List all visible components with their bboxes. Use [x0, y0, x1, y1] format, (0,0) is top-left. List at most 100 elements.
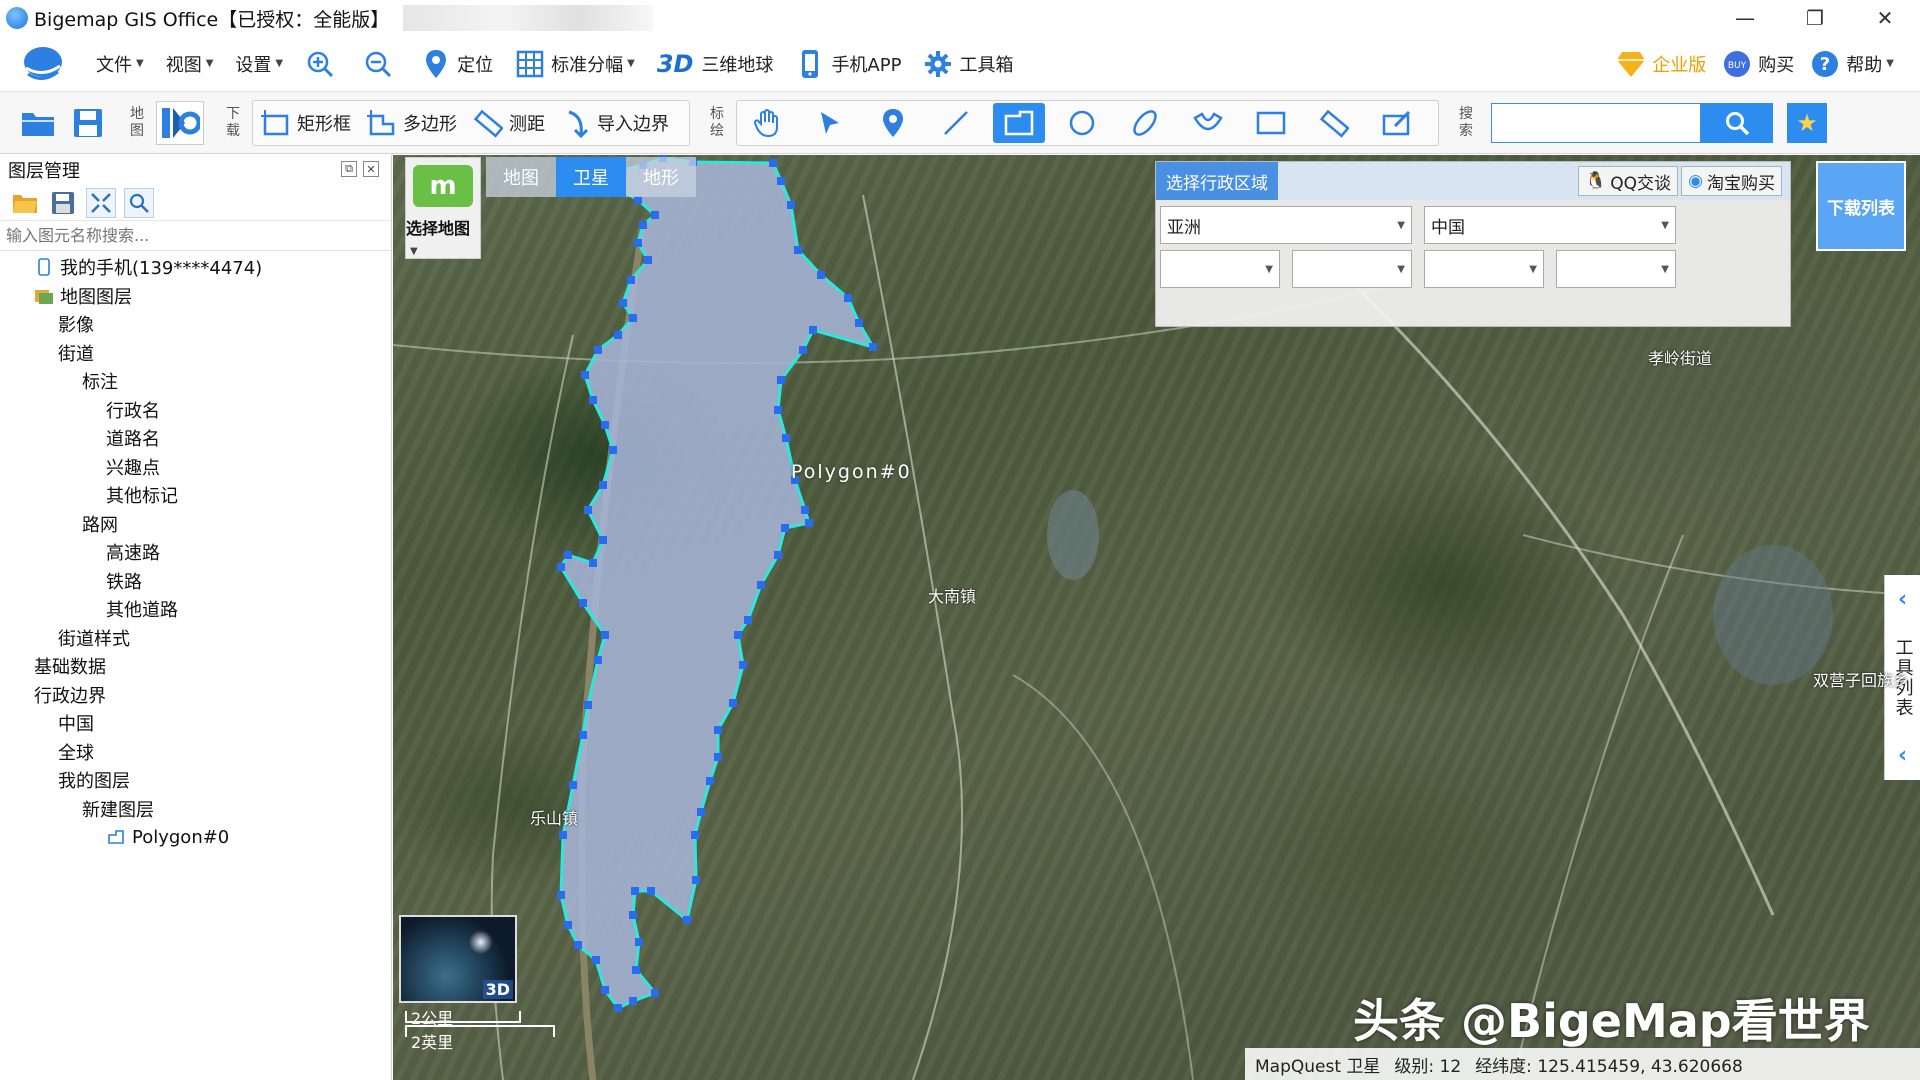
- polygon-vertex-handle[interactable]: [564, 921, 572, 929]
- save-layer-button[interactable]: [48, 188, 78, 218]
- open-layer-button[interactable]: [10, 188, 40, 218]
- minimize-button[interactable]: —: [1710, 0, 1780, 36]
- layer-tree-item[interactable]: 基础数据: [0, 652, 391, 681]
- layer-tree-item[interactable]: 其他标记: [0, 481, 391, 510]
- polygon-vertex-handle[interactable]: [579, 731, 587, 739]
- polygon-vertex-handle[interactable]: [729, 699, 737, 707]
- layer-tree-item[interactable]: 街道样式: [0, 624, 391, 653]
- polygon-vertex-handle[interactable]: [631, 887, 639, 895]
- polygon-vertex-handle[interactable]: [574, 941, 582, 949]
- layer-tree-item[interactable]: 我的手机(139****4474): [0, 253, 391, 282]
- mobile-app-button[interactable]: 手机APP: [795, 49, 901, 79]
- measure-button[interactable]: 测距: [471, 106, 545, 140]
- polygon-vertex-handle[interactable]: [564, 551, 572, 559]
- map-view[interactable]: m 选择地图▼ 地图 卫星 地形 选择行政区域 🐧 QQ交谈 ◉ 淘宝购买 亚洲 ▼ …: [393, 155, 1920, 1080]
- zoom-out-button[interactable]: [363, 49, 399, 79]
- polygon-vertex-handle[interactable]: [557, 891, 565, 899]
- search-input[interactable]: [1491, 102, 1701, 143]
- menu-file[interactable]: 文件 ▼: [96, 51, 144, 77]
- layer-tree-item[interactable]: 道路名: [0, 424, 391, 453]
- locate-button[interactable]: 定位: [421, 49, 493, 79]
- polygon-select-button[interactable]: 多边形: [365, 106, 457, 140]
- polygon-vertex-handle[interactable]: [777, 376, 785, 384]
- polygon-vertex-handle[interactable]: [634, 196, 642, 204]
- layer-tree-item[interactable]: 我的图层: [0, 766, 391, 795]
- polygon-vertex-handle[interactable]: [683, 916, 691, 924]
- favorite-button[interactable]: ★: [1787, 102, 1827, 143]
- line-tool[interactable]: [930, 103, 982, 143]
- polygon-vertex-handle[interactable]: [734, 631, 742, 639]
- pin-panel-button[interactable]: ⧉: [341, 161, 357, 177]
- layer-tree-item[interactable]: Polygon#0: [0, 823, 391, 852]
- sector-tool[interactable]: [1182, 103, 1234, 143]
- polygon-vertex-handle[interactable]: [584, 701, 592, 709]
- open-folder-button[interactable]: [18, 103, 58, 143]
- polygon-vertex-handle[interactable]: [609, 446, 617, 454]
- polygon-vertex-handle[interactable]: [651, 211, 659, 219]
- county-select[interactable]: ▼: [1424, 250, 1544, 288]
- layer-tree-item[interactable]: 行政名: [0, 396, 391, 425]
- polygon-vertex-handle[interactable]: [594, 656, 602, 664]
- polygon-vertex-handle[interactable]: [592, 956, 600, 964]
- polygon-vertex-handle[interactable]: [782, 434, 790, 442]
- layer-tree-item[interactable]: 铁路: [0, 567, 391, 596]
- polygon-vertex-handle[interactable]: [629, 911, 637, 919]
- polygon-vertex-handle[interactable]: [619, 299, 627, 307]
- polygon-vertex-handle[interactable]: [781, 524, 789, 532]
- find-layer-button[interactable]: [124, 187, 154, 218]
- rectangle-tool[interactable]: [1245, 103, 1297, 143]
- polygon-vertex-handle[interactable]: [559, 831, 567, 839]
- globe-3d-button[interactable]: 3D 三维地球: [657, 50, 774, 78]
- zoom-in-button[interactable]: [305, 49, 341, 79]
- taobao-buy-button[interactable]: ◉ 淘宝购买: [1681, 166, 1782, 196]
- circle-tool[interactable]: [1056, 103, 1108, 143]
- polygon-vertex-handle[interactable]: [787, 201, 795, 209]
- polygon-vertex-handle[interactable]: [844, 294, 852, 302]
- import-boundary-button[interactable]: 导入边界: [559, 106, 669, 140]
- layer-search-input[interactable]: [0, 221, 391, 251]
- ellipse-tool[interactable]: [1119, 103, 1171, 143]
- polygon-vertex-handle[interactable]: [581, 371, 589, 379]
- polygon-vertex-handle[interactable]: [557, 563, 565, 571]
- layer-tree-item[interactable]: 影像: [0, 310, 391, 339]
- polygon-vertex-handle[interactable]: [805, 519, 813, 527]
- polygon-vertex-handle[interactable]: [744, 616, 752, 624]
- polygon-vertex-handle[interactable]: [629, 997, 637, 1005]
- layer-tree-item[interactable]: 路网: [0, 510, 391, 539]
- measure-tool[interactable]: [1308, 103, 1360, 143]
- layer-tree-item[interactable]: 中国: [0, 709, 391, 738]
- polygon-vertex-handle[interactable]: [632, 966, 640, 974]
- marker-tool[interactable]: [867, 103, 919, 143]
- polygon-vertex-handle[interactable]: [691, 831, 699, 839]
- tab-satellite[interactable]: 卫星: [556, 157, 626, 197]
- polygon-vertex-handle[interactable]: [809, 326, 817, 334]
- polygon-vertex-handle[interactable]: [706, 777, 714, 785]
- polygon-vertex-handle[interactable]: [801, 506, 809, 514]
- polygon-vertex-handle[interactable]: [644, 256, 652, 264]
- polygon-vertex-handle[interactable]: [714, 726, 722, 734]
- layer-tree-item[interactable]: 全球: [0, 738, 391, 767]
- polygon-vertex-handle[interactable]: [589, 396, 597, 404]
- polygon-vertex-handle[interactable]: [639, 221, 647, 229]
- polygon-vertex-handle[interactable]: [739, 661, 747, 669]
- rect-select-button[interactable]: 矩形框: [259, 106, 351, 140]
- tab-map[interactable]: 地图: [486, 157, 556, 197]
- province-select[interactable]: ▼: [1160, 250, 1280, 288]
- help-button[interactable]: ? 帮助 ▼: [1810, 49, 1894, 79]
- search-button[interactable]: [1701, 102, 1773, 143]
- polygon-vertex-handle[interactable]: [599, 481, 607, 489]
- polygon-vertex-handle[interactable]: [594, 346, 602, 354]
- menu-settings[interactable]: 设置 ▼: [235, 51, 283, 77]
- polygon-tool[interactable]: [993, 102, 1045, 143]
- layer-tree-item[interactable]: 街道: [0, 339, 391, 368]
- layer-tree-item[interactable]: 行政边界: [0, 681, 391, 710]
- pan-tool[interactable]: [741, 103, 793, 143]
- grid-button[interactable]: 标准分幅 ▼: [515, 49, 635, 79]
- select-tool[interactable]: [804, 103, 856, 143]
- polygon-vertex-handle[interactable]: [634, 239, 642, 247]
- edit-tool[interactable]: [1371, 103, 1423, 143]
- tab-terrain[interactable]: 地形: [626, 157, 696, 197]
- toolbox-button[interactable]: 工具箱: [923, 49, 1013, 79]
- polygon-vertex-handle[interactable]: [647, 887, 655, 895]
- polygon-vertex-handle[interactable]: [599, 536, 607, 544]
